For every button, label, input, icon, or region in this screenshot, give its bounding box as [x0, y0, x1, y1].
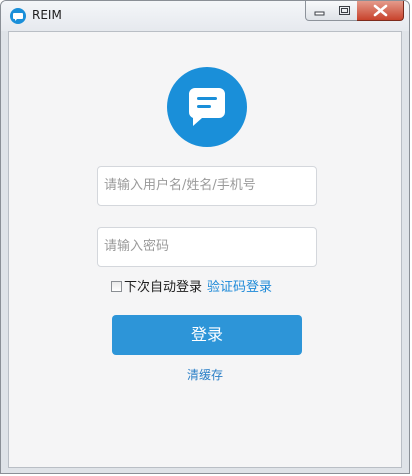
maximize-button[interactable] [331, 1, 358, 21]
auto-login-label[interactable]: 下次自动登录 [124, 280, 202, 295]
title-bar[interactable]: REIM [1, 1, 409, 31]
logo-chat-bubble-icon [167, 67, 247, 147]
password-input[interactable]: 请输入密码 [97, 227, 317, 267]
minimize-button[interactable] [305, 1, 332, 21]
login-panel: 请输入用户名/姓名/手机号 请输入密码 下次自动登录 验证码登录 登录 清缓存 [8, 31, 402, 468]
close-icon [373, 4, 388, 17]
auto-login-row: 下次自动登录 验证码登录 [111, 276, 272, 296]
app-chat-bubble-icon [10, 8, 26, 24]
login-button[interactable]: 登录 [112, 315, 302, 355]
auto-login-checkbox[interactable] [111, 281, 122, 292]
maximize-icon [339, 6, 350, 15]
username-input[interactable]: 请输入用户名/姓名/手机号 [97, 166, 317, 206]
close-button[interactable] [357, 1, 404, 21]
window-title: REIM [32, 8, 62, 22]
verify-code-login-link[interactable]: 验证码登录 [207, 280, 272, 295]
minimize-icon [314, 11, 325, 16]
clear-cache-link[interactable]: 清缓存 [9, 366, 401, 383]
app-window: REIM 请输入用户名/姓名/手机号 请输入密码 下次自动登录 验证码登录 登录… [0, 0, 410, 474]
